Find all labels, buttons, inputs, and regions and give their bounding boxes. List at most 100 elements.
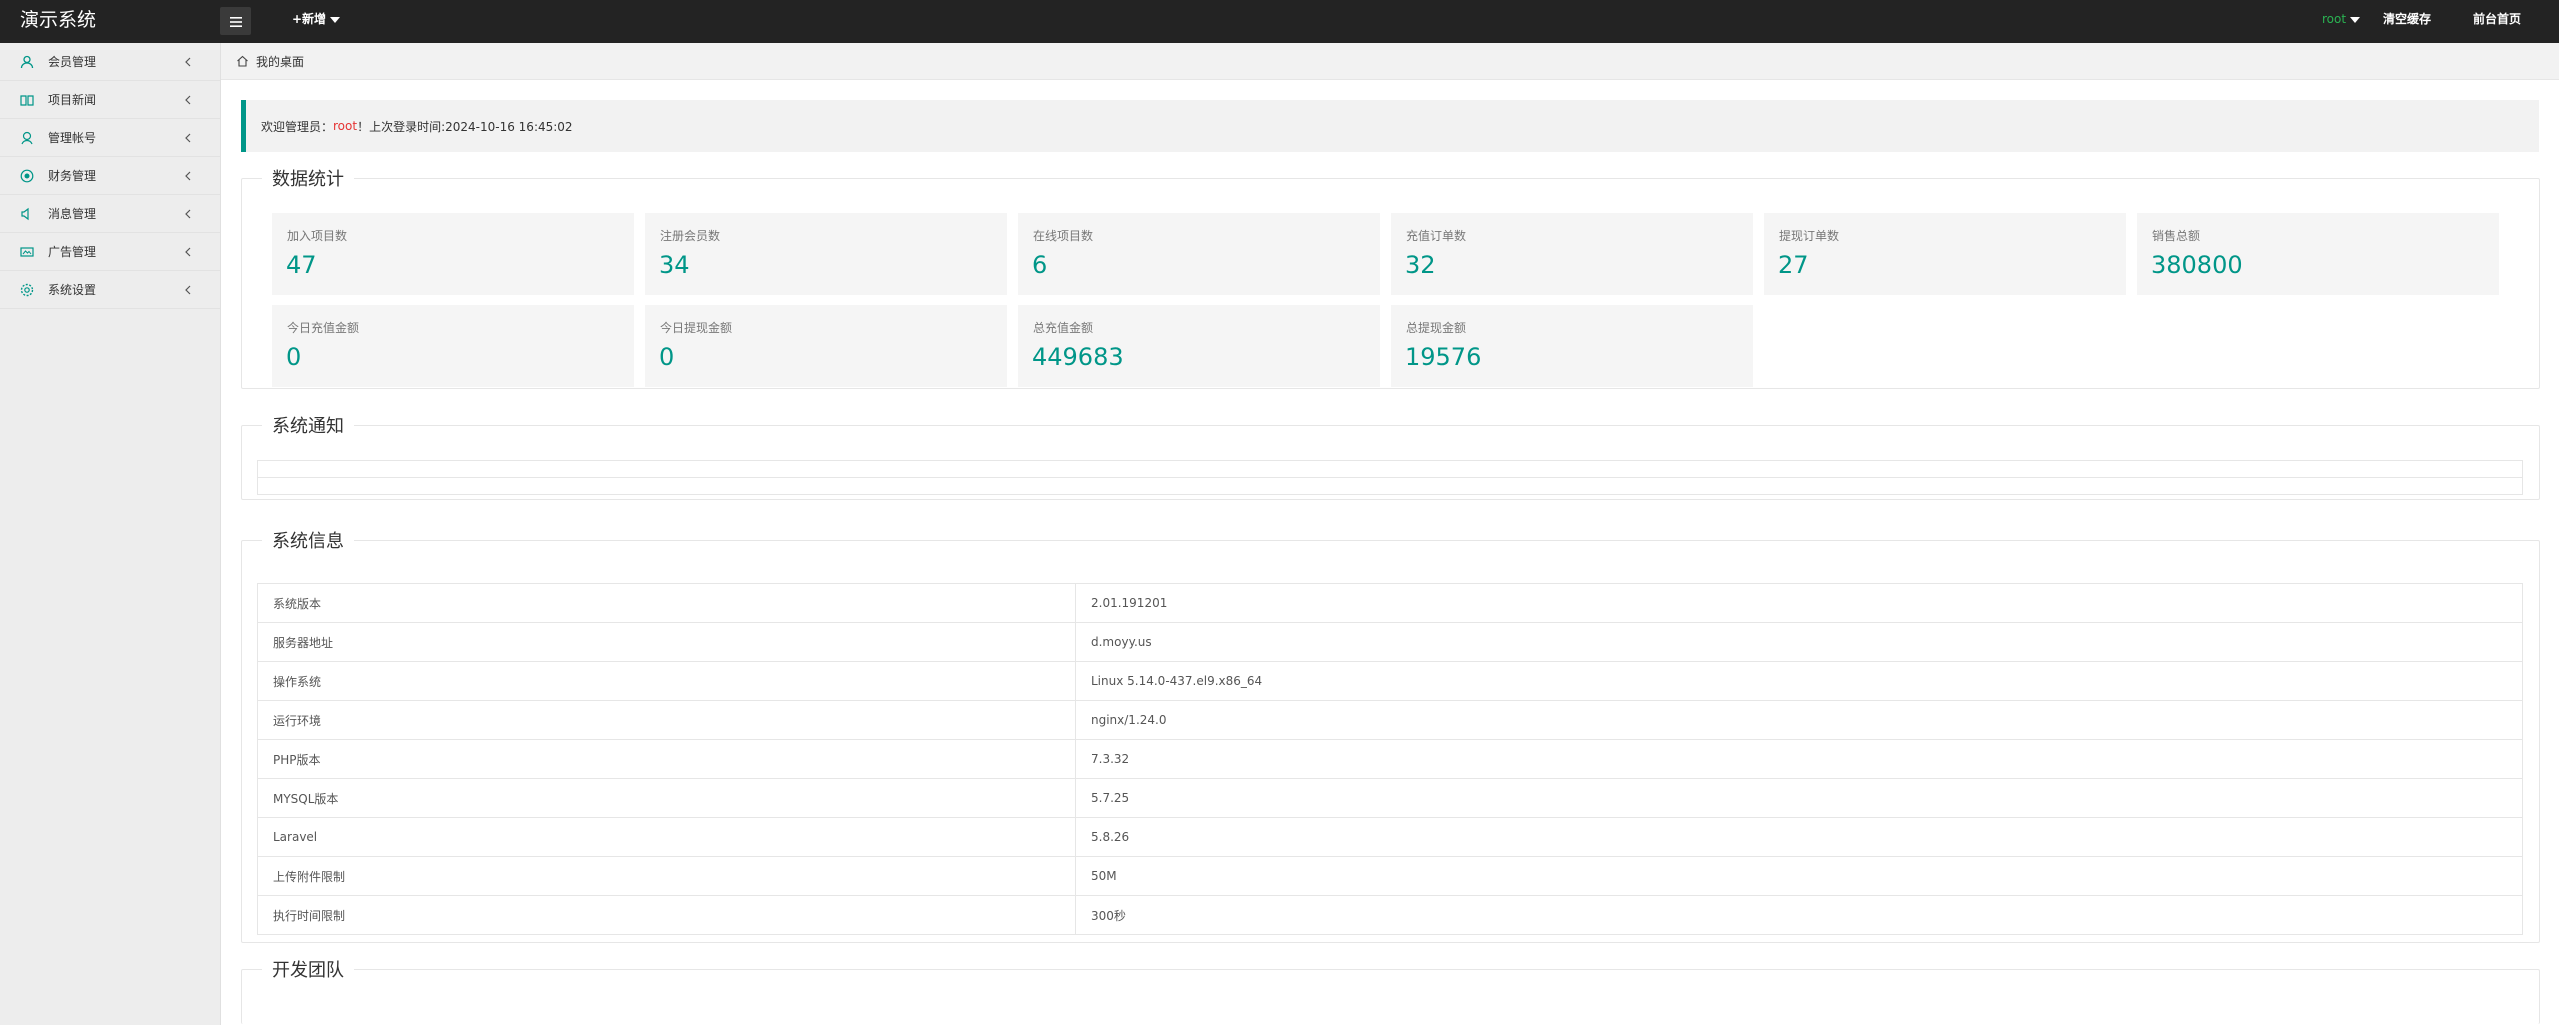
info-value: 50M <box>1075 856 2523 896</box>
table-row: Laravel 5.8.26 <box>257 817 2523 857</box>
frontend-home-link[interactable]: 前台首页 <box>2473 0 2521 40</box>
stat-label: 加入项目数 <box>287 229 348 243</box>
chevron-left-icon <box>184 132 192 146</box>
stat-card: 销售总额 380800 <box>2137 213 2499 295</box>
stat-value: 27 <box>1778 251 1809 279</box>
stat-label: 在线项目数 <box>1033 229 1094 243</box>
stat-label: 销售总额 <box>2152 229 2201 243</box>
main-content: 欢迎管理员： root ！上次登录时间:2024-10-16 16:45:02 数据… <box>221 80 2559 1025</box>
menu-toggle-button[interactable] <box>220 7 251 35</box>
notice-row <box>257 460 2523 478</box>
stat-value: 47 <box>286 251 317 279</box>
top-bar: 演示系统 +新增 root 清空缓存 前台首页 <box>0 0 2559 43</box>
table-row: 服务器地址 d.moyy.us <box>257 622 2523 662</box>
clear-cache-link[interactable]: 清空缓存 <box>2383 0 2431 40</box>
info-value: 2.01.191201 <box>1075 583 2523 623</box>
chevron-left-icon <box>184 94 192 108</box>
info-key: 操作系统 <box>257 661 1076 701</box>
add-new-label: +新增 <box>292 12 327 26</box>
brand-title: 演示系统 <box>20 9 97 31</box>
welcome-username: root <box>333 119 358 133</box>
sidebar-item-settings[interactable]: 系统设置 <box>0 271 220 309</box>
stat-value: 0 <box>659 343 675 371</box>
info-key: Laravel <box>257 817 1076 857</box>
sysinfo-table: 系统版本 2.01.191201 服务器地址 d.moyy.us 操作系统 Linux… <box>257 583 2523 935</box>
sidebar-item-ads[interactable]: 广告管理 <box>0 233 220 271</box>
info-key: 执行时间限制 <box>257 895 1076 935</box>
team-title: 开发团队 <box>272 960 344 981</box>
sidebar-item-label: 会员管理 <box>48 55 97 69</box>
info-key: PHP版本 <box>257 739 1076 779</box>
caret-down-icon <box>330 16 341 23</box>
user-icon <box>20 55 34 69</box>
stat-label: 今日提现金额 <box>660 321 733 335</box>
caret-down-icon <box>2350 16 2361 23</box>
breadcrumb-item-desktop[interactable]: 我的桌面 <box>256 53 304 70</box>
sidebar-item-messages[interactable]: 消息管理 <box>0 195 220 233</box>
info-value: 5.8.26 <box>1075 817 2523 857</box>
stat-card: 在线项目数 6 <box>1018 213 1380 295</box>
stat-value: 380800 <box>2151 251 2243 279</box>
stat-value: 19576 <box>1405 343 1482 371</box>
sidebar: 会员管理 项目新闻 管理帐号 财务管理 消息管理 广告管理 系统设置 <box>0 43 221 1025</box>
home-icon <box>236 55 249 67</box>
sidebar-item-label: 财务管理 <box>48 169 97 183</box>
info-key: 服务器地址 <box>257 622 1076 662</box>
info-key: MYSQL版本 <box>257 778 1076 818</box>
chevron-left-icon <box>184 284 192 298</box>
welcome-last-login: ！上次登录时间:2024-10-16 16:45:02 <box>357 119 573 134</box>
stats-title: 数据统计 <box>272 169 344 190</box>
chevron-left-icon <box>184 56 192 70</box>
add-new-menu[interactable]: +新增 <box>292 0 341 40</box>
info-key: 上传附件限制 <box>257 856 1076 896</box>
sidebar-item-label: 项目新闻 <box>48 93 97 107</box>
stat-label: 总充值金额 <box>1033 321 1094 335</box>
table-row: 上传附件限制 50M <box>257 856 2523 896</box>
stat-card: 加入项目数 47 <box>272 213 634 295</box>
user-menu[interactable]: root <box>2322 0 2361 40</box>
finance-icon <box>20 169 34 183</box>
table-row: 运行环境 nginx/1.24.0 <box>257 700 2523 740</box>
table-row: MYSQL版本 5.7.25 <box>257 778 2523 818</box>
sidebar-item-members[interactable]: 会员管理 <box>0 43 220 81</box>
stat-card: 充值订单数 32 <box>1391 213 1753 295</box>
info-value: 300秒 <box>1075 895 2523 935</box>
message-icon <box>20 207 34 221</box>
stat-card: 提现订单数 27 <box>1764 213 2126 295</box>
info-value: 5.7.25 <box>1075 778 2523 818</box>
sidebar-item-label: 广告管理 <box>48 245 97 259</box>
table-row: PHP版本 7.3.32 <box>257 739 2523 779</box>
sidebar-item-label: 系统设置 <box>48 283 97 297</box>
sidebar-item-finance[interactable]: 财务管理 <box>0 157 220 195</box>
notice-panel: 系统通知 <box>241 412 2540 500</box>
breadcrumb: 我的桌面 <box>221 43 2559 80</box>
chevron-left-icon <box>184 208 192 222</box>
notice-row <box>257 477 2523 495</box>
sidebar-item-admin-accounts[interactable]: 管理帐号 <box>0 119 220 157</box>
info-value: Linux 5.14.0-437.el9.x86_64 <box>1075 661 2523 701</box>
stat-value: 449683 <box>1032 343 1124 371</box>
sidebar-item-news[interactable]: 项目新闻 <box>0 81 220 119</box>
gear-icon <box>20 283 34 297</box>
stat-value: 6 <box>1032 251 1048 279</box>
table-row: 执行时间限制 300秒 <box>257 895 2523 935</box>
chevron-left-icon <box>184 246 192 260</box>
stat-value: 0 <box>286 343 302 371</box>
stat-card: 今日提现金额 0 <box>645 305 1007 387</box>
info-value: nginx/1.24.0 <box>1075 700 2523 740</box>
info-value: 7.3.32 <box>1075 739 2523 779</box>
user-name: root <box>2322 12 2347 26</box>
book-icon <box>20 93 34 107</box>
table-row: 系统版本 2.01.191201 <box>257 583 2523 623</box>
stat-card: 注册会员数 34 <box>645 213 1007 295</box>
chevron-left-icon <box>184 170 192 184</box>
stat-value: 34 <box>659 251 690 279</box>
stat-label: 充值订单数 <box>1406 229 1467 243</box>
table-row: 操作系统 Linux 5.14.0-437.el9.x86_64 <box>257 661 2523 701</box>
stat-label: 提现订单数 <box>1779 229 1840 243</box>
welcome-banner: 欢迎管理员： root ！上次登录时间:2024-10-16 16:45:02 <box>241 100 2539 152</box>
stat-card: 总提现金额 19576 <box>1391 305 1753 387</box>
sysinfo-title: 系统信息 <box>272 531 344 552</box>
stat-label: 总提现金额 <box>1406 321 1467 335</box>
sidebar-item-label: 管理帐号 <box>48 131 97 145</box>
